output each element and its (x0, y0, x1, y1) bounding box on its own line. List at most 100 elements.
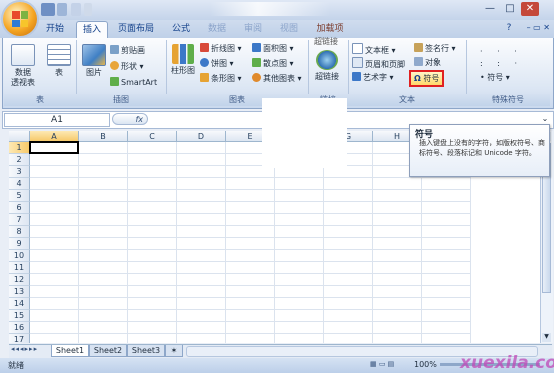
tab-view[interactable]: 视图 (274, 21, 304, 38)
row-header[interactable]: 15 (9, 310, 30, 322)
maximize-button[interactable]: □ (501, 2, 519, 16)
watermark: xuexila.com (460, 353, 554, 373)
row-header[interactable]: 17 (9, 334, 30, 343)
selected-cell[interactable] (29, 141, 79, 154)
minimize-button[interactable]: — (481, 2, 499, 16)
row-header[interactable]: 3 (9, 166, 30, 178)
row-header[interactable]: 12 (9, 274, 30, 286)
smartart-label: SmartArt (121, 78, 158, 87)
name-box[interactable]: A1 (4, 113, 110, 127)
tab-insert[interactable]: 插入 (76, 21, 108, 39)
tab-home[interactable]: 开始 (40, 21, 70, 38)
row-header[interactable]: 7 (9, 214, 30, 226)
column-header[interactable]: D (177, 131, 226, 142)
save-icon[interactable] (41, 3, 55, 16)
redo-icon[interactable] (71, 3, 81, 16)
row-header[interactable]: 4 (9, 178, 30, 190)
grid-line (372, 142, 373, 343)
help-icon[interactable]: ? (502, 23, 516, 35)
scroll-down-icon[interactable]: ▼ (542, 333, 551, 342)
special-symbol-label: 符号 (487, 73, 504, 82)
wordart-label: 艺术字 (363, 73, 387, 82)
shapes-label: 形状 (121, 62, 137, 71)
bar-chart-button[interactable]: 条形图 ▾ (200, 73, 242, 84)
smartart-button[interactable]: SmartArt (110, 77, 157, 88)
row-header[interactable]: 13 (9, 286, 30, 298)
select-all-corner[interactable] (9, 131, 30, 142)
grid-line (323, 142, 324, 343)
pivot-table-button[interactable]: 数据 透视表 (8, 44, 38, 88)
column-header[interactable]: B (79, 131, 128, 142)
tab-formulas[interactable]: 公式 (166, 21, 196, 38)
office-button[interactable] (3, 2, 37, 36)
office-logo-icon (12, 11, 28, 27)
row-header[interactable]: 10 (9, 250, 30, 262)
picture-button[interactable]: 图片 (79, 44, 109, 78)
grid-line (30, 201, 471, 202)
clipart-label: 剪贴画 (121, 46, 145, 55)
row-header[interactable]: 5 (9, 190, 30, 202)
pivot-table-label: 数据 透视表 (11, 68, 35, 87)
tab-data[interactable]: 数据 (202, 21, 232, 38)
insert-sheet-button[interactable]: ✶ (165, 345, 183, 357)
grid-line (30, 189, 471, 190)
object-label: 对象 (425, 58, 441, 67)
zoom-level[interactable]: 100% (414, 360, 437, 369)
other-chart-icon (252, 73, 261, 82)
special-symbol-dots-2[interactable]: : : · (480, 58, 523, 69)
sheet-tab-1[interactable]: Sheet1 (51, 345, 89, 357)
scatter-chart-button[interactable]: 散点图 ▾ (252, 58, 294, 69)
qat-customize-icon[interactable] (84, 3, 92, 16)
object-button[interactable]: 对象 (414, 57, 441, 68)
line-chart-button[interactable]: 折线图 ▾ (200, 43, 242, 54)
row-header[interactable]: 1 (9, 142, 30, 154)
header-footer-button[interactable]: 页眉和页脚 (352, 57, 405, 69)
grid-line (30, 237, 471, 238)
group-text: 文本框 ▾ 页眉和页脚 艺术字 ▾ 签名行 ▾ 对象 Ω 符号 文本 (348, 40, 467, 106)
row-header[interactable]: 14 (9, 298, 30, 310)
tab-review[interactable]: 审阅 (238, 21, 268, 38)
view-buttons[interactable]: ▦ ▭ ▤ (370, 360, 410, 370)
signature-line-button[interactable]: 签名行 ▾ (414, 43, 456, 54)
row-header[interactable]: 11 (9, 262, 30, 274)
area-chart-button[interactable]: 面积图 ▾ (252, 43, 294, 54)
sheet-tab-2[interactable]: Sheet2 (89, 345, 127, 357)
clipart-button[interactable]: 剪贴画 (110, 45, 145, 56)
row-header[interactable]: 8 (9, 226, 30, 238)
table-button[interactable]: 表 (44, 44, 74, 78)
pie-chart-button[interactable]: 饼图 ▾ (200, 58, 234, 69)
row-header[interactable]: 6 (9, 202, 30, 214)
symbol-button[interactable]: Ω 符号 (409, 70, 445, 87)
textbox-button[interactable]: 文本框 ▾ (352, 43, 396, 55)
object-icon (414, 57, 423, 66)
sheet-tab-3[interactable]: Sheet3 (127, 345, 165, 357)
row-header[interactable]: 16 (9, 322, 30, 334)
special-symbol-button[interactable]: • 符号 ▾ (480, 72, 510, 83)
grid-line (30, 153, 471, 154)
line-chart-icon (200, 43, 209, 52)
column-header[interactable]: C (128, 131, 177, 142)
bar-chart-label: 条形图 (211, 74, 235, 83)
blank-overlay (262, 98, 347, 168)
hyperlink-label: 超链接 (315, 72, 339, 81)
grid-line (30, 249, 471, 250)
row-header[interactable]: 9 (9, 238, 30, 250)
shapes-button[interactable]: 形状 ▾ (110, 61, 144, 72)
wordart-button[interactable]: 艺术字 ▾ (352, 72, 394, 83)
other-chart-label: 其他图表 (263, 74, 295, 83)
special-symbol-dots-1[interactable]: · · · (480, 46, 523, 57)
other-chart-button[interactable]: 其他图表 ▾ (252, 73, 302, 84)
sheet-nav-icons[interactable]: ◂◂◂▸▸▸ (11, 345, 49, 356)
hyperlink-button[interactable]: 超链接 (312, 50, 342, 82)
table-icon (47, 44, 71, 66)
group-special-symbols: · · · : : · • 符号 ▾ 特殊符号 (466, 40, 550, 106)
row-header[interactable]: 2 (9, 154, 30, 166)
tab-page-layout[interactable]: 页面布局 (112, 21, 160, 38)
group-label-special-symbols: 特殊符号 (466, 94, 550, 106)
ribbon-window-controls[interactable]: – ▭ ✕ (520, 23, 550, 35)
column-chart-button[interactable]: 柱形图 (168, 44, 198, 76)
insert-function-button[interactable]: fx (112, 113, 148, 125)
hyperlink-icon (316, 50, 338, 70)
close-button[interactable]: ✕ (521, 2, 539, 16)
undo-icon[interactable] (57, 3, 67, 16)
